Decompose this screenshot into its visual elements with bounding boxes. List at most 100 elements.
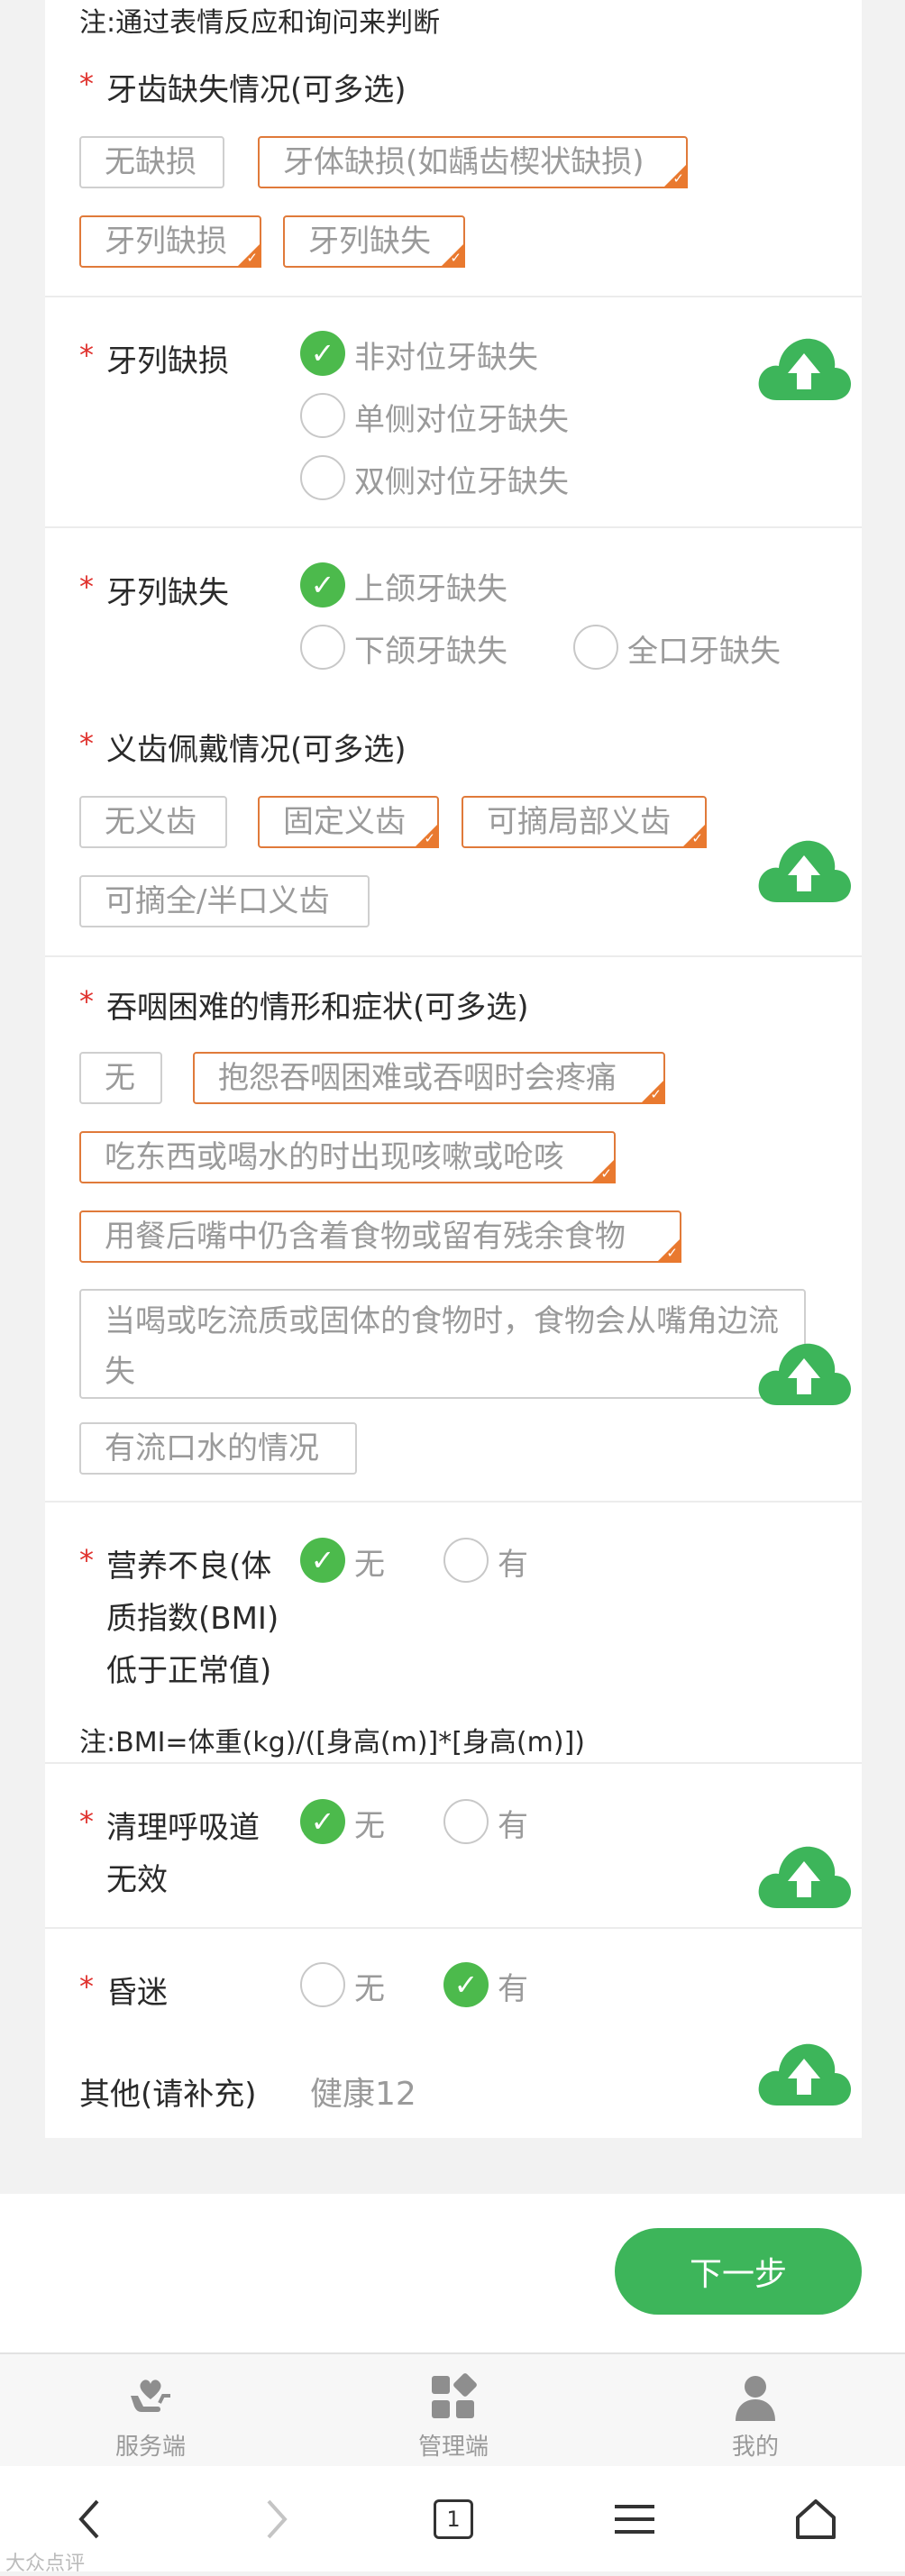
home-icon <box>796 2498 836 2539</box>
home-button[interactable] <box>762 2466 870 2571</box>
grid-icon <box>432 2373 477 2418</box>
tag-removable-partial[interactable]: 可摘局部义齿 ✓ <box>462 796 707 848</box>
page-count: 1 <box>434 2498 473 2539</box>
tag-drooling[interactable]: 有流口水的情况 <box>79 1422 357 1475</box>
tag-no-denture[interactable]: 无义齿 <box>79 796 227 848</box>
upload-cloud-icon[interactable] <box>755 1841 853 1912</box>
chevron-left-icon <box>78 2499 99 2538</box>
question-teeth-missing: 牙齿缺失情况(可多选) <box>106 72 407 108</box>
question-nutrition-line3: 低于正常值) <box>106 1653 272 1689</box>
tag-cough-choke[interactable]: 吃东西或喝水的时出现咳嗽或呛咳 ✓ <box>79 1131 616 1183</box>
required-mark: * <box>79 570 94 604</box>
divider <box>45 296 862 297</box>
required-mark: * <box>79 1543 94 1577</box>
tag-residual-food[interactable]: 用餐后嘴中仍含着食物或留有残余食物 ✓ <box>79 1210 681 1263</box>
tag-no-defect[interactable]: 无缺损 <box>79 136 224 188</box>
radio-airway-yes[interactable] <box>443 1799 489 1844</box>
tag-label: 牙列缺失 <box>308 224 431 260</box>
radio-coma-no[interactable] <box>300 1962 345 2007</box>
tag-removable-full[interactable]: 可摘全/半口义齿 <box>79 875 370 927</box>
check-icon: ✓ <box>424 830 435 846</box>
required-mark: * <box>79 338 94 372</box>
tag-label: 牙体缺损(如龋齿楔状缺损) <box>283 144 644 180</box>
radio-nutrition-yes[interactable] <box>443 1538 489 1583</box>
divider <box>45 955 862 957</box>
tab-mine[interactable]: 我的 <box>665 2354 846 2468</box>
tag-dentition-loss[interactable]: 牙列缺失 ✓ <box>283 215 465 268</box>
tab-management[interactable]: 管理端 <box>363 2354 544 2468</box>
option-label: 全口牙缺失 <box>627 634 781 670</box>
option-label: 无 <box>354 1971 385 2007</box>
radio-coma-yes-checked[interactable]: ✓ <box>443 1962 489 2007</box>
bmi-note: 注:BMI=体重(kg)/([身高(m)]*[身高(m)]) <box>79 1727 585 1758</box>
tab-bar: 服务端 管理端 我的 <box>0 2352 905 2468</box>
question-coma: 昏迷 <box>106 1975 168 2011</box>
radio-bilateral[interactable] <box>300 455 345 500</box>
required-mark: * <box>79 984 94 1019</box>
heart-hand-icon <box>131 2380 170 2412</box>
chevron-right-icon <box>267 2499 288 2538</box>
upload-cloud-icon[interactable] <box>755 333 853 404</box>
question-nutrition-line1: 营养不良(体 <box>106 1548 272 1585</box>
option-label: 上颌牙缺失 <box>354 571 507 607</box>
check-icon: ✓ <box>650 1086 662 1102</box>
upload-cloud-icon[interactable] <box>755 1338 853 1409</box>
tab-service[interactable]: 服务端 <box>60 2354 241 2468</box>
option-label: 有 <box>498 1547 528 1583</box>
pages-button[interactable]: 1 <box>399 2466 507 2571</box>
radio-unilateral[interactable] <box>300 393 345 438</box>
menu-icon <box>615 2504 654 2534</box>
watermark: 大众点评 <box>5 2553 86 2575</box>
tab-label: 我的 <box>731 2434 779 2461</box>
check-icon: ✓ <box>600 1165 612 1182</box>
option-label: 下颌牙缺失 <box>354 634 507 670</box>
question-airway-line2: 无效 <box>106 1862 168 1898</box>
option-label: 无 <box>354 1547 385 1583</box>
option-label: 有 <box>498 1971 528 2007</box>
option-label: 无 <box>354 1808 385 1844</box>
question-denture: 义齿佩戴情况(可多选) <box>106 732 407 768</box>
question-dentition-defect: 牙列缺损 <box>106 343 229 379</box>
menu-button[interactable] <box>580 2466 689 2571</box>
required-mark: * <box>79 726 94 761</box>
forward-button[interactable] <box>222 2466 330 2571</box>
radio-non-opposing-checked[interactable]: ✓ <box>300 331 345 376</box>
question-swallowing: 吞咽困难的情形和症状(可多选) <box>106 990 529 1026</box>
radio-nutrition-no-checked[interactable]: ✓ <box>300 1538 345 1583</box>
tag-label: 用餐后嘴中仍含着食物或留有残余食物 <box>105 1219 626 1255</box>
option-label: 非对位牙缺失 <box>354 340 538 376</box>
divider <box>45 1927 862 1929</box>
question-nutrition-line2: 质指数(BMI) <box>106 1601 279 1637</box>
tag-label: 抱怨吞咽困难或吞咽时会疼痛 <box>218 1060 617 1096</box>
check-icon: ✓ <box>450 250 462 266</box>
tag-fixed-denture[interactable]: 固定义齿 ✓ <box>258 796 439 848</box>
tag-label: 可摘局部义齿 <box>487 804 671 840</box>
tag-tooth-body-defect[interactable]: 牙体缺损(如龋齿楔状缺损) ✓ <box>258 136 688 188</box>
browser-nav-bar: 1 <box>0 2466 905 2571</box>
radio-airway-no-checked[interactable]: ✓ <box>300 1799 345 1844</box>
divider <box>45 526 862 528</box>
required-mark: * <box>79 1804 94 1839</box>
question-airway-line1: 清理呼吸道 <box>106 1810 260 1846</box>
option-label: 单侧对位牙缺失 <box>354 402 569 438</box>
radio-lower[interactable] <box>300 625 345 670</box>
tag-label: 固定义齿 <box>283 804 406 840</box>
option-label: 双侧对位牙缺失 <box>354 464 569 500</box>
other-input[interactable]: 健康12 <box>310 2068 416 2115</box>
radio-upper-checked[interactable]: ✓ <box>300 562 345 607</box>
check-icon: ✓ <box>672 170 684 187</box>
tag-none[interactable]: 无 <box>79 1052 162 1104</box>
upload-cloud-icon[interactable] <box>755 2039 853 2109</box>
tag-complain-pain[interactable]: 抱怨吞咽困难或吞咽时会疼痛 ✓ <box>193 1052 665 1104</box>
divider <box>45 1501 862 1503</box>
tag-dentition-defect[interactable]: 牙列缺损 ✓ <box>79 215 261 268</box>
next-step-button[interactable]: 下一步 <box>615 2228 862 2315</box>
divider <box>45 1762 862 1764</box>
radio-full[interactable] <box>573 625 618 670</box>
tag-food-leak[interactable]: 当喝或吃流质或固体的食物时，食物会从嘴角边流失 <box>79 1289 806 1399</box>
tab-label: 管理端 <box>417 2434 489 2461</box>
check-icon: ✓ <box>666 1245 678 1261</box>
upload-cloud-icon[interactable] <box>755 836 853 906</box>
tab-label: 服务端 <box>114 2434 186 2461</box>
tag-label: 牙列缺损 <box>105 224 227 260</box>
